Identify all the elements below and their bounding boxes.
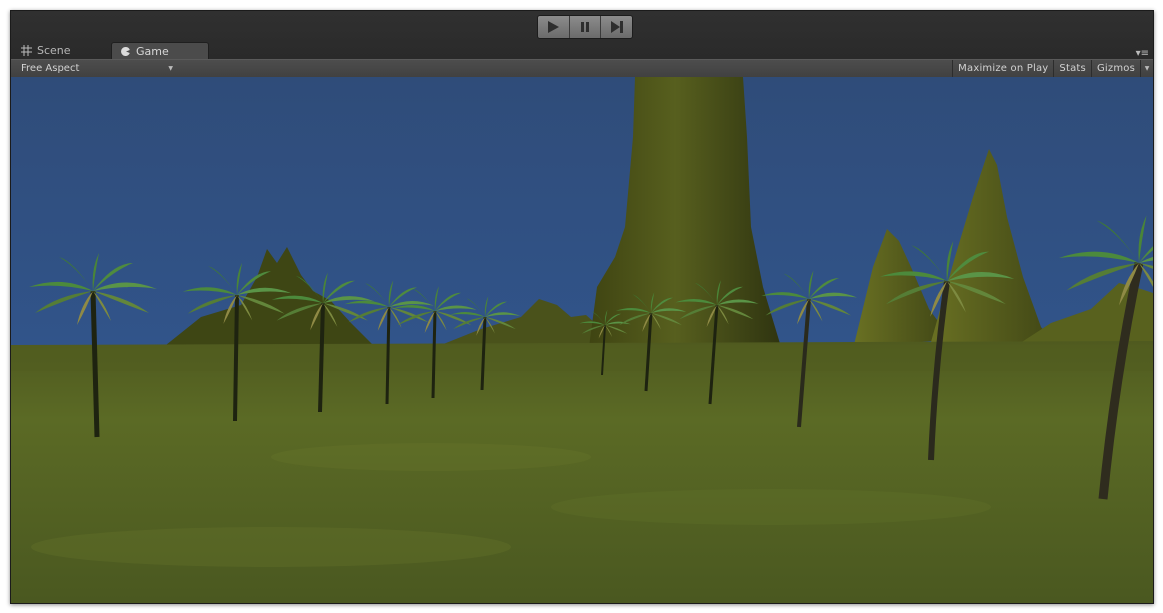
gizmos-toggle[interactable]: Gizmos (1090, 60, 1140, 77)
play-button[interactable] (538, 16, 570, 38)
chevron-down-icon: ▼ (168, 65, 173, 72)
tab-scene-label: Scene (37, 44, 71, 57)
game-toolbar: Free Aspect ▼ Maximize on Play Stats Giz… (11, 59, 1153, 78)
pause-icon (581, 22, 589, 32)
unity-editor-window: Scene Game ▾≡ Free Aspect ▼ Maximize on … (10, 10, 1154, 604)
aspect-dropdown[interactable]: Free Aspect ▼ (17, 60, 177, 77)
gizmos-label: Gizmos (1096, 63, 1135, 74)
tab-game-label: Game (136, 44, 169, 58)
game-scene-render (11, 77, 1153, 603)
game-viewport[interactable] (11, 77, 1153, 603)
gizmos-dropdown-icon[interactable]: ▼ (1140, 60, 1153, 77)
toolbar-right: Maximize on Play Stats Gizmos ▼ (952, 60, 1153, 77)
panel-menu-icon[interactable]: ▾≡ (1136, 48, 1149, 59)
tab-game[interactable]: Game (111, 42, 209, 59)
stats-label: Stats (1059, 63, 1086, 74)
play-controls (537, 15, 633, 39)
maximize-on-play-label: Maximize on Play (958, 63, 1049, 74)
step-button[interactable] (601, 16, 632, 38)
aspect-dropdown-label: Free Aspect (21, 63, 80, 74)
tab-scene[interactable]: Scene (13, 42, 109, 59)
pause-button[interactable] (569, 16, 602, 38)
step-icon (610, 21, 623, 33)
play-icon (548, 21, 560, 33)
stats-toggle[interactable]: Stats (1053, 60, 1091, 77)
game-controller-icon (121, 46, 130, 56)
maximize-on-play-toggle[interactable]: Maximize on Play (952, 60, 1053, 77)
top-bar: Scene Game ▾≡ (11, 11, 1153, 59)
scene-grid-icon (21, 45, 32, 56)
